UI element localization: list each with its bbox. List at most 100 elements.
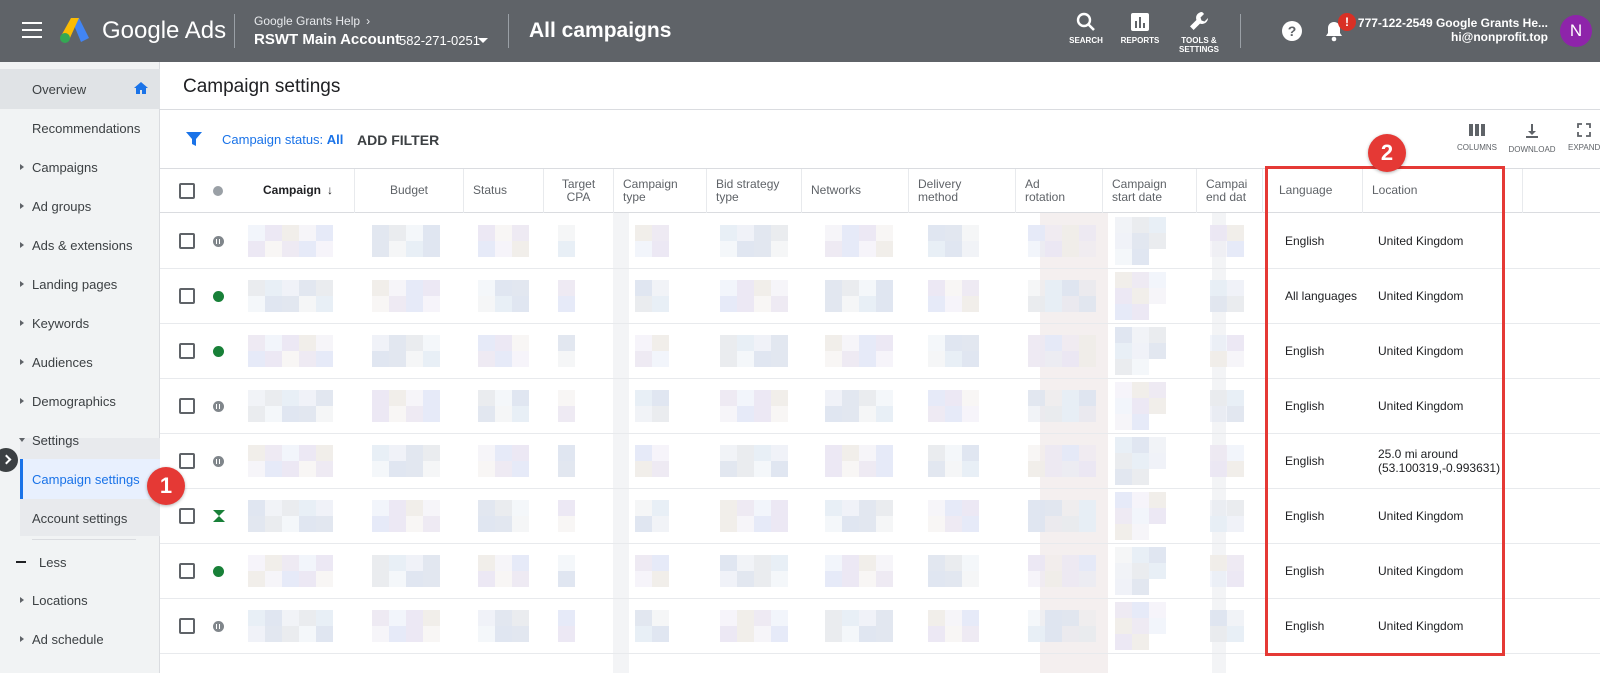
sidebar-item-ad-groups[interactable]: Ad groups — [0, 186, 160, 226]
column-header-campaign[interactable]: Campaign ↓ — [242, 169, 355, 213]
sidebar-item-account-settings[interactable]: Account settings — [0, 498, 160, 538]
obfuscated-cell — [478, 606, 532, 646]
hamburger-menu-icon[interactable] — [22, 22, 42, 38]
obfuscated-cell — [928, 331, 980, 371]
sidebar-item-audiences[interactable]: Audiences — [0, 342, 160, 382]
obfuscated-cell — [478, 331, 532, 371]
obfuscated-cell — [720, 276, 788, 316]
sidebar-item-less[interactable]: Less — [0, 542, 160, 582]
obfuscated-cell — [825, 551, 895, 591]
campaign-status-enabled-icon[interactable] — [213, 291, 224, 302]
column-header-budget[interactable]: Budget — [355, 169, 464, 213]
sidebar-item-ads-extensions[interactable]: Ads & extensions — [0, 225, 160, 265]
sidebar-item-campaign-settings[interactable]: Campaign settings — [20, 459, 160, 499]
table-header: Campaign ↓ Budget Status Target CPA Campai… — [160, 168, 1600, 213]
columns-button[interactable]: COLUMNS — [1455, 123, 1499, 152]
brand-name[interactable]: Google Ads — [102, 17, 226, 45]
sidebar-item-label: Ad schedule — [32, 632, 104, 647]
row-checkbox[interactable] — [179, 453, 195, 469]
select-all-checkbox[interactable] — [179, 183, 195, 199]
column-header-location[interactable]: Location — [1363, 169, 1523, 213]
table-row[interactable]: English 25.0 mi around (53.100319,-0.9936… — [160, 433, 1600, 489]
column-header-delivery-method[interactable]: Delivery method — [909, 169, 1016, 213]
column-header-campaign-type[interactable]: Campaign type — [614, 169, 707, 213]
campaign-status-pending-icon[interactable] — [213, 510, 225, 522]
obfuscated-cell — [928, 221, 980, 261]
location-cell: 25.0 mi around (53.100319,-0.993631) — [1378, 447, 1501, 475]
account-email[interactable]: hi@nonprofit.top — [1451, 30, 1548, 44]
column-header-bid-strategy-type[interactable]: Bid strategy type — [707, 169, 802, 213]
annotation-badge-1: 1 — [147, 467, 185, 505]
row-checkbox[interactable] — [179, 508, 195, 524]
table-row[interactable]: English United Kingdom — [160, 213, 1600, 269]
reports-button[interactable]: REPORTS — [1117, 12, 1163, 45]
table-row[interactable]: All languages United Kingdom — [160, 268, 1600, 324]
sidebar-item-locations[interactable]: Locations — [0, 580, 160, 620]
obfuscated-cell — [635, 606, 669, 646]
help-icon[interactable]: ? — [1281, 20, 1303, 42]
sidebar-item-campaigns[interactable]: Campaigns — [0, 147, 160, 187]
sidebar-item-label: Campaigns — [32, 160, 98, 175]
obfuscated-cell — [635, 221, 669, 261]
column-header-networks[interactable]: Networks — [802, 169, 909, 213]
row-checkbox[interactable] — [179, 288, 195, 304]
obfuscated-cell — [635, 496, 669, 536]
table-row[interactable]: English United Kingdom — [160, 488, 1600, 544]
breadcrumb-parent[interactable]: Google Grants Help › — [254, 14, 370, 28]
caret-right-icon — [20, 359, 24, 365]
table-row[interactable]: English United Kingdom — [160, 543, 1600, 599]
column-header-campaign-end-date[interactable]: Campai end dat — [1197, 169, 1263, 213]
search-button[interactable]: SEARCH — [1066, 12, 1106, 45]
expand-button[interactable]: EXPAND — [1568, 123, 1600, 152]
account-customer-label[interactable]: 777-122-2549 Google Grants He... — [1358, 16, 1548, 30]
campaign-status-paused-icon[interactable] — [213, 236, 224, 247]
obfuscated-cell — [1028, 441, 1096, 481]
column-header-ad-rotation[interactable]: Ad rotation — [1016, 169, 1103, 213]
obfuscated-cell — [1028, 551, 1096, 591]
caret-right-icon — [20, 164, 24, 170]
sidebar-item-settings[interactable]: Settings — [0, 420, 160, 460]
row-checkbox[interactable] — [179, 618, 195, 634]
obfuscated-cell — [1210, 496, 1252, 536]
campaign-status-enabled-icon[interactable] — [213, 346, 224, 357]
obfuscated-cell — [1115, 437, 1177, 485]
obfuscated-cell — [1028, 496, 1096, 536]
sidebar-item-ad-schedule[interactable]: Ad schedule — [0, 619, 160, 659]
obfuscated-cell — [558, 606, 578, 646]
tools-settings-button[interactable]: TOOLS & SETTINGS — [1174, 10, 1224, 54]
obfuscated-cell — [720, 551, 788, 591]
caret-down-icon[interactable] — [478, 38, 488, 43]
row-checkbox[interactable] — [179, 398, 195, 414]
avatar[interactable]: N — [1560, 15, 1592, 47]
sidebar-item-demographics[interactable]: Demographics — [0, 381, 160, 421]
expand-icon — [1577, 123, 1591, 137]
campaign-status-paused-icon[interactable] — [213, 621, 224, 632]
sidebar-item-overview[interactable]: Overview — [0, 69, 160, 109]
sidebar-item-keywords[interactable]: Keywords — [0, 303, 160, 343]
campaign-status-paused-icon[interactable] — [213, 401, 224, 412]
column-header-campaign-start-date[interactable]: Campaign start date — [1103, 169, 1197, 213]
row-checkbox[interactable] — [179, 233, 195, 249]
column-header-language[interactable]: Language — [1270, 169, 1363, 213]
column-header-target-cpa[interactable]: Target CPA — [544, 169, 614, 213]
column-header-status[interactable]: Status — [464, 169, 544, 213]
campaign-status-enabled-icon[interactable] — [213, 566, 224, 577]
campaign-status-filter[interactable]: Campaign status: All — [222, 132, 343, 147]
table-row[interactable]: English United Kingdom — [160, 323, 1600, 379]
language-cell: English — [1285, 454, 1325, 468]
campaign-status-paused-icon[interactable] — [213, 456, 224, 467]
obfuscated-cell — [635, 276, 669, 316]
sidebar-item-landing-pages[interactable]: Landing pages — [0, 264, 160, 304]
home-icon — [134, 82, 148, 94]
table-row[interactable]: English United Kingdom — [160, 378, 1600, 434]
download-button[interactable]: DOWNLOAD — [1508, 123, 1556, 154]
row-checkbox[interactable] — [179, 343, 195, 359]
add-filter-button[interactable]: ADD FILTER — [357, 132, 439, 148]
table-row[interactable]: English United Kingdom — [160, 598, 1600, 654]
obfuscated-cell — [1210, 386, 1252, 426]
row-checkbox[interactable] — [179, 563, 195, 579]
sidebar-item-recommendations[interactable]: Recommendations — [0, 108, 160, 148]
filter-icon[interactable] — [185, 130, 203, 148]
account-name[interactable]: RSWT Main Account — [254, 31, 400, 48]
caret-right-icon — [20, 242, 24, 248]
